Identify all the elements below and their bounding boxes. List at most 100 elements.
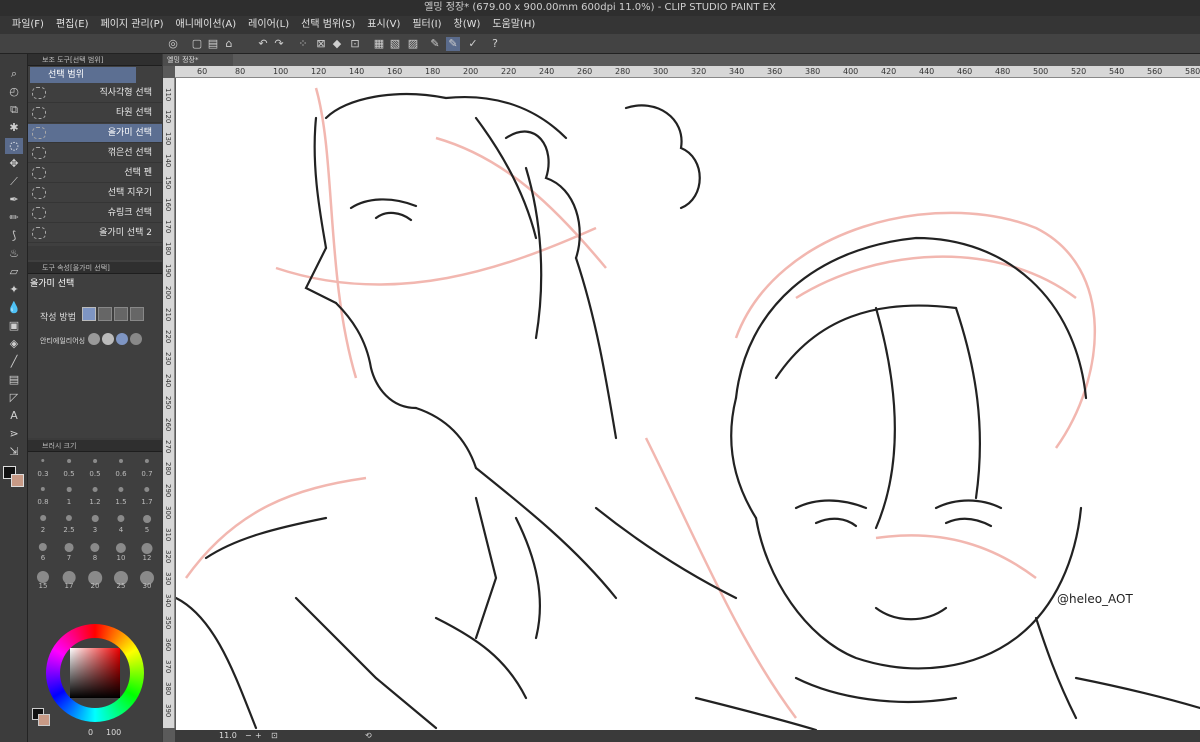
menu-item-7[interactable]: 필터(I) [406,16,447,34]
antialias-medium-icon[interactable] [116,333,128,345]
mode-buttons[interactable] [82,307,150,323]
new-file-icon[interactable]: ▢ [190,37,204,51]
pen-stabilize-icon[interactable]: ✎ [428,37,442,51]
brush-size-cell[interactable]: 1.7 [136,484,158,506]
brush-tool-icon[interactable]: ⟆ [5,228,23,244]
fill-icon[interactable]: ◆ [330,37,344,51]
save-icon[interactable]: ⌂ [222,37,236,51]
pen-tool-icon[interactable]: ✒ [5,192,23,208]
lasso-tool-icon[interactable]: ◌ [5,138,23,154]
airbrush-tool-icon[interactable]: ♨ [5,246,23,262]
deselect-icon[interactable]: ⁘ [296,37,310,51]
antialias-strong-icon[interactable] [130,333,142,345]
gradient-tool-icon[interactable]: ▣ [5,318,23,334]
antialias-none-icon[interactable] [88,333,100,345]
mode-subtract-icon[interactable] [114,307,128,321]
pen-active-icon[interactable]: ✎ [446,37,460,51]
drawing-canvas[interactable]: @heleo_AOT [176,78,1200,730]
vector-icon[interactable]: ✓ [466,37,480,51]
pencil-tool-icon[interactable]: ✏ [5,210,23,226]
antialias-buttons[interactable] [88,333,142,345]
figure-tool-icon[interactable]: ╱ [5,354,23,370]
brush-size-cell[interactable]: 15 [32,568,54,590]
subtool-item[interactable]: 꺾은선 선택 [28,144,162,163]
brush-size-cell[interactable]: 5 [136,512,158,534]
menu-item-8[interactable]: 창(W) [448,16,487,34]
brush-size-cell[interactable]: 0.6 [110,456,132,478]
mode-add-icon[interactable] [98,307,112,321]
move-tool-icon[interactable]: ✥ [5,156,23,172]
redo-icon[interactable]: ↷ [272,37,286,51]
brush-size-cell[interactable]: 12 [136,540,158,562]
brush-size-cell[interactable]: 1.5 [110,484,132,506]
open-file-icon[interactable]: ▤ [206,37,220,51]
snap-icon[interactable]: ▦ [372,37,386,51]
antialias-weak-icon[interactable] [102,333,114,345]
subtool-item[interactable]: 올가미 선택 2 [28,224,162,243]
subtool-item[interactable]: 선택 지우기 [28,184,162,203]
subtool-item[interactable]: 슈링크 선택 [28,204,162,223]
saturation-value-square[interactable] [70,648,120,698]
mode-new-icon[interactable] [82,307,96,321]
brush-size-cell[interactable]: 0.3 [32,456,54,478]
brush-size-cell[interactable]: 17 [58,568,80,590]
zoom-tool-icon[interactable]: ⌕ [5,66,23,82]
brush-size-cell[interactable]: 3 [84,512,106,534]
brush-size-cell[interactable]: 8 [84,540,106,562]
snap-ruler-icon[interactable]: ▨ [406,37,420,51]
brush-size-cell[interactable]: 25 [110,568,132,590]
color-sub-chip[interactable] [38,714,50,726]
menu-item-4[interactable]: 레이어(L) [242,16,295,34]
ruler-tool-icon[interactable]: ◸ [5,390,23,406]
menu-item-3[interactable]: 애니메이션(A) [170,16,243,34]
clear-icon[interactable]: ⊠ [314,37,328,51]
subtool-item[interactable]: 직사각형 선택 [28,84,162,103]
brush-size-cell[interactable]: 0.8 [32,484,54,506]
brush-size-cell[interactable]: 7 [58,540,80,562]
zoom-out-icon[interactable]: − [245,730,252,742]
brush-size-cell[interactable]: 1.2 [84,484,106,506]
decoration-tool-icon[interactable]: ✦ [5,282,23,298]
brush-size-cell[interactable]: 20 [84,568,106,590]
help-icon[interactable]: ? [488,37,502,51]
brush-size-cell[interactable]: 6 [32,540,54,562]
menu-item-9[interactable]: 도움말(H) [486,16,541,34]
zoom-readout[interactable]: 11.0 [219,730,237,742]
correct-line-tool-icon[interactable]: ⇲ [5,444,23,460]
menu-item-5[interactable]: 선택 범위(S) [295,16,361,34]
auto-select-tool-icon[interactable]: ✱ [5,120,23,136]
fill-tool-icon[interactable]: ◈ [5,336,23,352]
fit-view-icon[interactable]: ⊡ [271,730,278,742]
brush-size-cell[interactable]: 30 [136,568,158,590]
subtool-group[interactable]: 선택 범위 [30,67,136,83]
brush-size-cell[interactable]: 0.7 [136,456,158,478]
operation-tool-icon[interactable]: ◴ [5,84,23,100]
canvas-tab[interactable]: 옐밍 정장* [163,54,233,66]
rotate-icon[interactable]: ⟲ [365,730,372,742]
balloon-tool-icon[interactable]: ⋗ [5,426,23,442]
menu-item-6[interactable]: 표시(V) [361,16,406,34]
brush-size-cell[interactable]: 4 [110,512,132,534]
eraser-tool-icon[interactable]: ▱ [5,264,23,280]
app-logo-icon[interactable]: ◎ [166,37,180,51]
brush-size-cell[interactable]: 0.5 [84,456,106,478]
undo-icon[interactable]: ↶ [256,37,270,51]
brush-size-cell[interactable]: 1 [58,484,80,506]
zoom-in-icon[interactable]: + [255,730,262,742]
brush-size-cell[interactable]: 0.5 [58,456,80,478]
subtool-item[interactable]: 선택 펜 [28,164,162,183]
brush-size-cell[interactable]: 10 [110,540,132,562]
sub-color-swatch[interactable] [11,474,24,487]
move-layer-tool-icon[interactable]: ⧉ [5,102,23,118]
brush-size-cell[interactable]: 2 [32,512,54,534]
menu-item-0[interactable]: 파일(F) [6,16,50,34]
snap-grid-icon[interactable]: ▧ [388,37,402,51]
subtool-item[interactable]: 타원 선택 [28,104,162,123]
mode-intersect-icon[interactable] [130,307,144,321]
blend-tool-icon[interactable]: 💧 [5,300,23,316]
menu-item-2[interactable]: 페이지 관리(P) [95,16,170,34]
brush-size-cell[interactable]: 2.5 [58,512,80,534]
eyedropper-tool-icon[interactable]: ⟋ [5,174,23,190]
subtool-item[interactable]: 올가미 선택 [28,124,162,143]
text-tool-icon[interactable]: A [5,408,23,424]
